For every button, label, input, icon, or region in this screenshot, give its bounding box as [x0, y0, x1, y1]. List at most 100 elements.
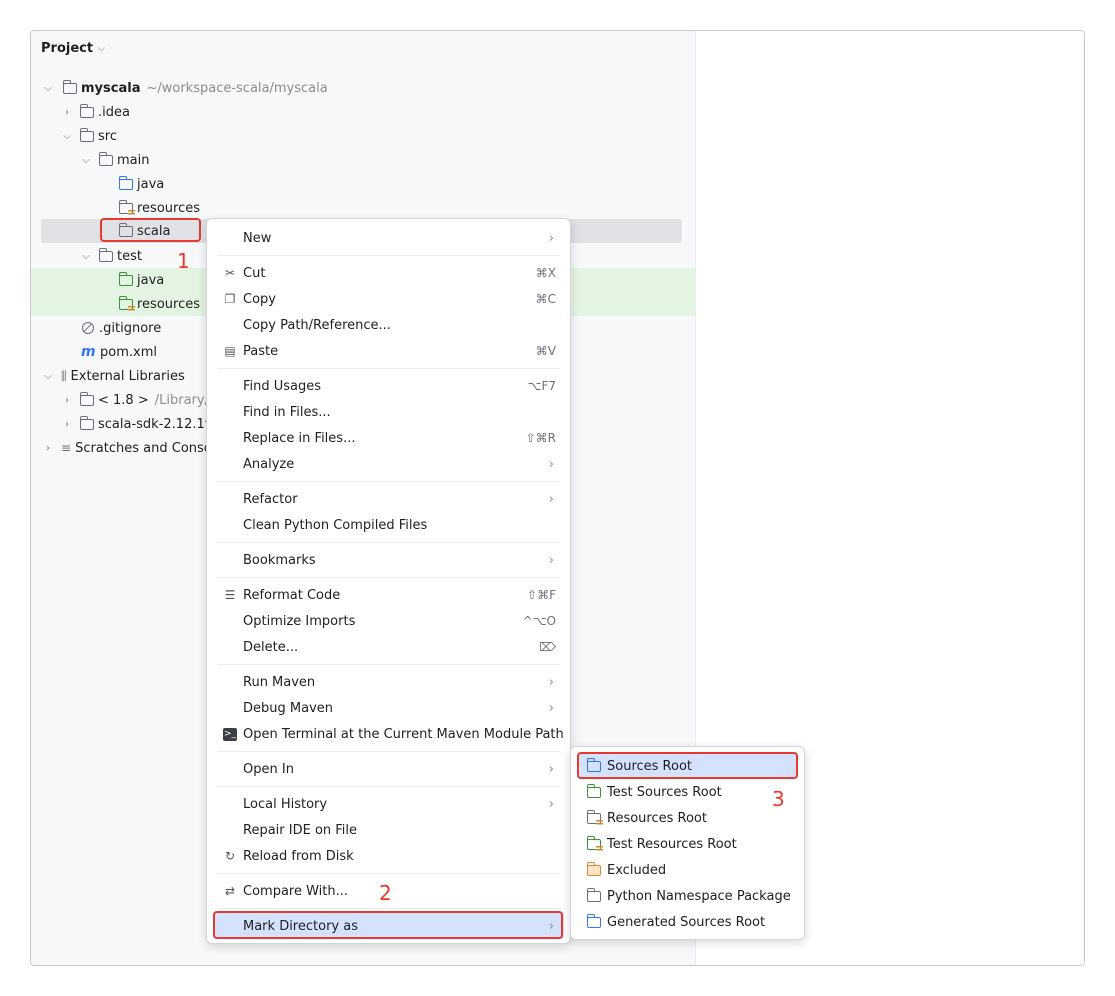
menu-item-copy[interactable]: ❐ Copy ⌘C: [213, 286, 564, 312]
chevron-right-icon: ›: [548, 700, 554, 716]
resources-folder-icon: [119, 199, 135, 216]
panel-title: Project: [41, 41, 94, 56]
separator: [217, 481, 560, 482]
ignore-file-icon: [82, 322, 94, 334]
menu-item-copy-path[interactable]: Copy Path/Reference...: [213, 312, 564, 338]
menu-item-delete[interactable]: Delete... ⌦: [213, 634, 564, 660]
separator: [217, 751, 560, 752]
annotation-3: 3: [772, 787, 785, 811]
folder-icon: [99, 247, 113, 262]
maven-icon: m: [81, 344, 96, 360]
root-path: ~/workspace-scala/myscala: [146, 80, 328, 96]
chevron-right-icon[interactable]: ›: [60, 107, 74, 118]
folder-icon: [80, 103, 94, 118]
submenu-item-python-namespace[interactable]: Python Namespace Package: [577, 883, 798, 909]
reformat-icon: ☰: [224, 588, 236, 602]
folder-icon: [99, 151, 113, 166]
chevron-right-icon[interactable]: ›: [60, 395, 74, 406]
menu-item-new[interactable]: New ›: [213, 225, 564, 251]
menu-item-reformat[interactable]: ☰ Reformat Code ⇧⌘F: [213, 582, 564, 608]
root-name: myscala: [81, 80, 141, 96]
source-folder-icon: [119, 175, 133, 190]
annotation-2: 2: [379, 881, 392, 905]
menu-item-reload[interactable]: ↻ Reload from Disk: [213, 843, 564, 869]
project-view-selector[interactable]: Project ⌵: [41, 41, 105, 56]
submenu-item-generated-sources[interactable]: Generated Sources Root: [577, 909, 798, 935]
chevron-right-icon[interactable]: ›: [41, 443, 55, 454]
menu-item-paste[interactable]: ▤ Paste ⌘V: [213, 338, 564, 364]
idea-label: .idea: [98, 104, 130, 120]
chevron-right-icon: ›: [548, 761, 554, 777]
menu-item-bookmarks[interactable]: Bookmarks ›: [213, 547, 564, 573]
menu-item-run-maven[interactable]: Run Maven ›: [213, 669, 564, 695]
paste-icon: ▤: [224, 344, 236, 358]
tree-row-main[interactable]: ⌵ main: [31, 148, 695, 172]
menu-item-local-history[interactable]: Local History ›: [213, 791, 564, 817]
chevron-right-icon[interactable]: ›: [60, 419, 74, 430]
test-folder-icon: [119, 271, 133, 286]
menu-item-refactor[interactable]: Refactor ›: [213, 486, 564, 512]
menu-item-cut[interactable]: ✂ Cut ⌘X: [213, 260, 564, 286]
test-resources-folder-icon: [587, 836, 603, 852]
chevron-down-icon[interactable]: ⌵: [79, 155, 93, 166]
submenu-item-test-resources-root[interactable]: Test Resources Root: [577, 831, 798, 857]
src-label: src: [98, 128, 117, 144]
separator: [217, 542, 560, 543]
menu-item-analyze[interactable]: Analyze ›: [213, 451, 564, 477]
chevron-right-icon: ›: [548, 552, 554, 568]
generated-folder-icon: [587, 914, 601, 928]
scratches-icon: ≡: [61, 441, 72, 455]
separator: [217, 577, 560, 578]
menu-item-open-in[interactable]: Open In ›: [213, 756, 564, 782]
chevron-right-icon: ›: [548, 230, 554, 246]
highlight-box-3: [577, 752, 798, 779]
reload-icon: ↻: [224, 849, 236, 863]
chevron-right-icon: ›: [548, 674, 554, 690]
main-java-label: java: [137, 176, 165, 192]
chevron-down-icon: ⌵: [98, 43, 105, 54]
tree-row-main-resources[interactable]: resources: [31, 196, 695, 220]
module-folder-icon: [63, 79, 77, 94]
tree-row-idea[interactable]: › .idea: [31, 100, 695, 124]
menu-item-optimize-imports[interactable]: Optimize Imports ^⌥O: [213, 608, 564, 634]
test-label: test: [117, 248, 142, 264]
chevron-right-icon: ›: [548, 456, 554, 472]
chevron-down-icon[interactable]: ⌵: [60, 131, 74, 142]
test-resources-label: resources: [137, 296, 201, 312]
tree-row-src[interactable]: ⌵ src: [31, 124, 695, 148]
chevron-down-icon[interactable]: ⌵: [41, 83, 55, 94]
menu-item-debug-maven[interactable]: Debug Maven ›: [213, 695, 564, 721]
menu-item-repair-ide[interactable]: Repair IDE on File: [213, 817, 564, 843]
menu-item-replace-in-files[interactable]: Replace in Files... ⇧⌘R: [213, 425, 564, 451]
separator: [217, 873, 560, 874]
highlight-box-1: [100, 218, 201, 242]
test-java-label: java: [137, 272, 165, 288]
jdk-label: < 1.8 >: [98, 392, 149, 408]
chevron-down-icon[interactable]: ⌵: [41, 371, 55, 382]
library-icon: ⫼: [61, 368, 67, 383]
main-label: main: [117, 152, 150, 168]
chevron-down-icon[interactable]: ⌵: [79, 251, 93, 262]
submenu-item-resources-root[interactable]: Resources Root: [577, 805, 798, 831]
menu-item-open-terminal[interactable]: >_ Open Terminal at the Current Maven Mod…: [213, 721, 564, 747]
separator: [217, 786, 560, 787]
test-folder-icon: [587, 784, 601, 798]
annotation-1: 1: [177, 249, 190, 273]
main-resources-label: resources: [137, 200, 201, 216]
copy-icon: ❐: [224, 292, 236, 306]
menu-item-find-usages[interactable]: Find Usages ⌥F7: [213, 373, 564, 399]
chevron-right-icon: ›: [548, 491, 554, 507]
menu-item-clean-python[interactable]: Clean Python Compiled Files: [213, 512, 564, 538]
submenu-item-test-sources-root[interactable]: Test Sources Root: [577, 779, 798, 805]
resources-folder-icon: [587, 810, 603, 826]
gitignore-label: .gitignore: [99, 320, 162, 336]
separator: [217, 255, 560, 256]
tree-row-root[interactable]: ⌵ myscala ~/workspace-scala/myscala: [31, 76, 695, 100]
external-label: External Libraries: [70, 368, 185, 384]
namespace-folder-icon: [587, 888, 601, 902]
tree-row-main-java[interactable]: java: [31, 172, 695, 196]
menu-item-find-in-files[interactable]: Find in Files...: [213, 399, 564, 425]
submenu-item-excluded[interactable]: Excluded: [577, 857, 798, 883]
separator: [217, 368, 560, 369]
scissors-icon: ✂: [224, 266, 236, 280]
